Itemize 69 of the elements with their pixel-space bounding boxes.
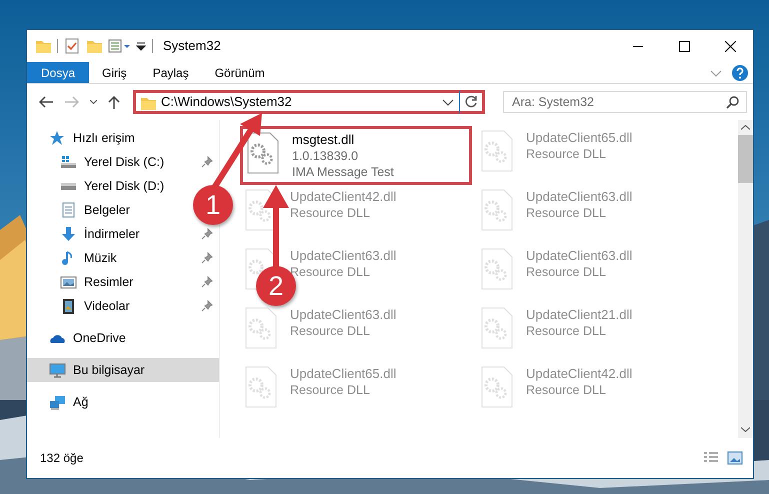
file-item[interactable]: msgtest.dll 1.0.13839.0 IMA Message Test — [240, 126, 472, 185]
sidebar-item[interactable]: İndirmeler — [27, 222, 219, 246]
ribbon-tab[interactable]: Giriş — [89, 62, 140, 83]
scroll-down-icon[interactable] — [741, 427, 750, 432]
gears-file-icon — [480, 188, 514, 232]
sidebar-item[interactable]: Yerel Disk (C:) — [27, 150, 219, 174]
sidebar-item[interactable]: Belgeler — [27, 198, 136, 222]
document-icon — [60, 202, 77, 218]
sidebar-item[interactable]: OneDrive — [27, 326, 132, 350]
pin-icon[interactable] — [201, 252, 213, 264]
item-count: 132 öğe — [40, 450, 84, 467]
pin-icon[interactable] — [201, 276, 213, 288]
pin-icon[interactable] — [201, 300, 213, 312]
search-field[interactable]: Ara: System32 — [503, 91, 747, 113]
gears-file-icon — [480, 365, 514, 409]
pin-icon[interactable] — [201, 156, 213, 168]
close-icon — [724, 40, 736, 52]
ribbon-tab[interactable]: Görünüm — [202, 62, 278, 83]
window-title: System32 — [163, 37, 221, 56]
star-icon — [49, 130, 66, 146]
sidebar-item[interactable]: Resimler — [27, 270, 219, 294]
up-arrow-icon — [108, 96, 120, 108]
computer-icon — [49, 362, 66, 378]
file-name[interactable]: msgtest.dll — [292, 131, 394, 148]
large-icons-view-icon[interactable] — [727, 451, 743, 465]
back-arrow-icon — [39, 96, 53, 108]
maximize-icon — [678, 40, 690, 52]
sidebar-item[interactable]: Ağ — [27, 390, 94, 414]
search-icon[interactable] — [726, 95, 740, 109]
gears-file-icon — [244, 306, 278, 350]
file-details: Resource DLL — [290, 382, 371, 398]
help-icon[interactable] — [731, 64, 749, 82]
pin-icon[interactable] — [201, 228, 213, 240]
file-details: IMA Message Test — [292, 164, 394, 180]
sidebar-item[interactable]: Bu bilgisayar — [27, 358, 219, 382]
picture-icon — [60, 274, 77, 290]
checklist-icon[interactable] — [64, 38, 80, 54]
file-details: 1.0.13839.0 — [292, 148, 360, 164]
gears-file-icon — [480, 129, 514, 173]
scrollbar[interactable] — [738, 120, 753, 438]
sidebar-item[interactable]: Yerel Disk (D:) — [27, 174, 170, 198]
gears-file-icon — [246, 131, 280, 175]
properties-icon[interactable] — [108, 38, 130, 54]
forward-arrow-icon — [65, 96, 79, 108]
file-details: Resource DLL — [526, 205, 607, 221]
file-details: Resource DLL — [290, 323, 371, 339]
gears-file-icon — [244, 365, 278, 409]
scroll-thumb[interactable] — [738, 135, 753, 183]
gears-file-icon — [480, 247, 514, 291]
sidebar-item[interactable]: Hızlı erişim — [27, 126, 141, 150]
film-icon — [60, 298, 77, 314]
drive-icon — [60, 154, 77, 170]
ribbon-tab[interactable]: Dosya — [27, 62, 90, 83]
file-details: Resource DLL — [526, 146, 607, 162]
download-icon — [60, 226, 77, 242]
file-details: Resource DLL — [290, 205, 371, 221]
file-details: Resource DLL — [290, 264, 371, 280]
caret-icon — [90, 100, 96, 104]
network-icon — [49, 394, 66, 410]
sidebar-item[interactable]: Müzik — [27, 246, 219, 270]
gears-file-icon — [480, 306, 514, 350]
address-field[interactable]: C:\Windows\System32 — [133, 90, 485, 114]
file-details: Resource DLL — [526, 264, 607, 280]
file-details: Resource DLL — [526, 382, 607, 398]
ribbon-tab[interactable]: Paylaş — [140, 62, 202, 83]
file-details: Resource DLL — [526, 323, 607, 339]
refresh-icon[interactable] — [463, 94, 479, 110]
sidebar-item[interactable]: Videolar — [27, 294, 219, 318]
scroll-up-icon[interactable] — [741, 125, 750, 130]
